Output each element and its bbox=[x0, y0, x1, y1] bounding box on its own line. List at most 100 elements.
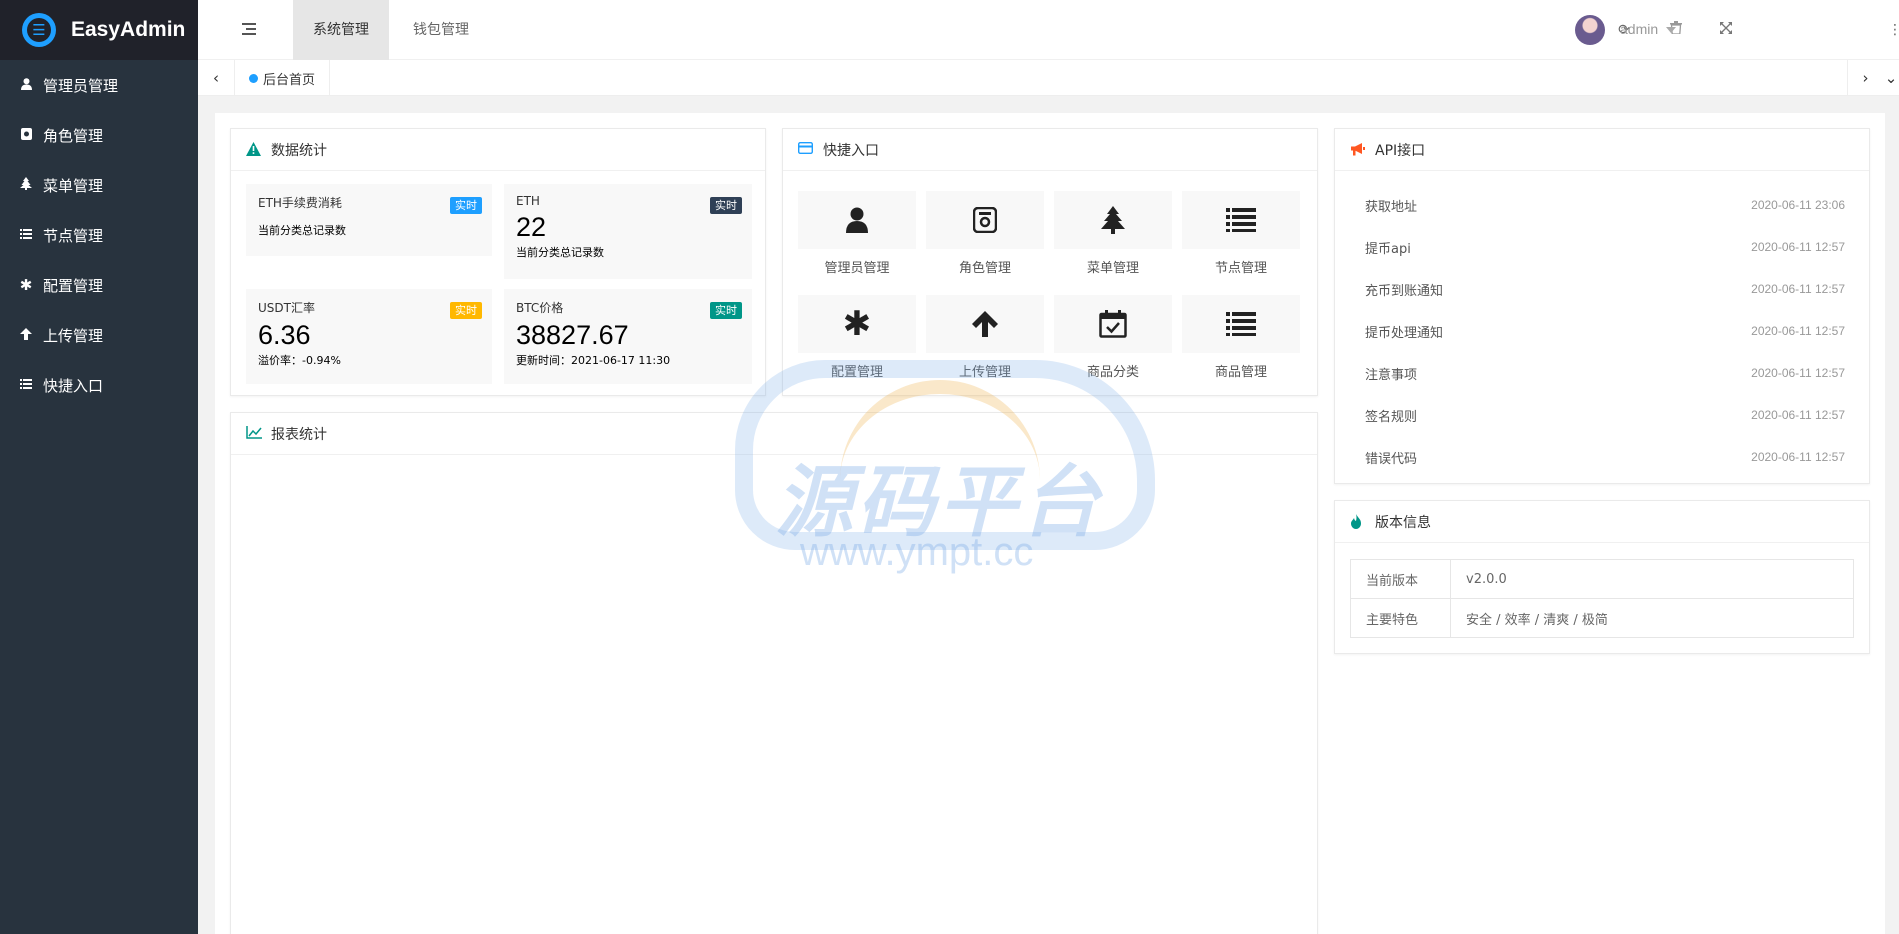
bullhorn-icon bbox=[1350, 142, 1366, 158]
tab-home[interactable]: 后台首页 bbox=[234, 60, 331, 96]
stats-title: 数据统计 bbox=[271, 142, 327, 159]
role-icon bbox=[19, 127, 33, 143]
sidebar-item-label: 管理员管理 bbox=[43, 76, 119, 95]
sidebar-menu: 管理员管理 角色管理 菜单管理 节点管理 ✱ 配置管理 上传管理 快捷入口 bbox=[0, 60, 198, 410]
stat-title: BTC价格 bbox=[516, 301, 564, 315]
more-icon[interactable]: ⋮ bbox=[1888, 18, 1899, 42]
quick-entry-admin[interactable]: 管理员管理 bbox=[798, 191, 916, 276]
table-row: 当前版本 v2.0.0 bbox=[1350, 559, 1854, 599]
tab-home-label: 后台首页 bbox=[263, 72, 316, 88]
status-badge: 实时 bbox=[450, 302, 482, 319]
quick-entry-config[interactable]: ✱ 配置管理 bbox=[798, 295, 916, 380]
quick-entry-goods[interactable]: 商品管理 bbox=[1182, 295, 1300, 380]
sidebar-item-role[interactable]: 角色管理 bbox=[0, 110, 198, 160]
api-name: 注意事项 bbox=[1365, 367, 1418, 383]
stat-title: ETH手续费消耗 bbox=[258, 196, 342, 210]
sidebar-item-admin[interactable]: 管理员管理 bbox=[0, 60, 198, 110]
avatar[interactable] bbox=[1575, 15, 1605, 45]
stats-card: 数据统计 ETH手续费消耗 实时 当前分类总记录数 ETH 实时 22 当前分类… bbox=[230, 128, 766, 396]
api-date: 2020-06-11 12:57 bbox=[1751, 366, 1845, 380]
main-content: 数据统计 ETH手续费消耗 实时 当前分类总记录数 ETH 实时 22 当前分类… bbox=[215, 113, 1885, 934]
chevron-down-icon[interactable] bbox=[1666, 27, 1676, 33]
user-icon bbox=[19, 77, 33, 93]
stat-title: USDT汇率 bbox=[258, 301, 315, 315]
chevron-down-icon[interactable]: ⌄ bbox=[1883, 60, 1899, 96]
report-chart-area bbox=[231, 456, 1317, 934]
api-row[interactable]: 获取地址 2020-06-11 23:06 bbox=[1365, 184, 1845, 226]
sidebar-item-upload[interactable]: 上传管理 bbox=[0, 310, 198, 360]
api-date: 2020-06-11 12:57 bbox=[1751, 240, 1845, 254]
stat-value: 38827.67 bbox=[516, 320, 629, 350]
sidebar: EasyAdmin 管理员管理 角色管理 菜单管理 节点管理 bbox=[0, 0, 198, 934]
quick-entry-label: 配置管理 bbox=[830, 365, 883, 380]
tab-system[interactable]: 系统管理 bbox=[293, 0, 389, 60]
api-row[interactable]: 签名规则 2020-06-11 12:57 bbox=[1365, 394, 1845, 436]
sidebar-item-menu[interactable]: 菜单管理 bbox=[0, 160, 198, 210]
quick-entry-upload[interactable]: 上传管理 bbox=[926, 295, 1044, 380]
api-date: 2020-06-11 12:57 bbox=[1751, 324, 1845, 338]
api-date: 2020-06-11 23:06 bbox=[1751, 198, 1845, 212]
sidebar-item-label: 节点管理 bbox=[43, 226, 104, 245]
stat-box: USDT汇率 实时 6.36 溢价率：-0.94% bbox=[246, 289, 492, 384]
arrow-up-icon bbox=[19, 327, 33, 343]
chevron-right-icon[interactable]: › bbox=[1847, 60, 1883, 96]
fire-icon bbox=[1350, 513, 1366, 530]
list-icon bbox=[1182, 191, 1300, 249]
api-name: 错误代码 bbox=[1365, 451, 1418, 467]
logo-icon bbox=[22, 13, 56, 47]
fullscreen-icon[interactable] bbox=[1714, 18, 1738, 42]
api-row[interactable]: 错误代码 2020-06-11 12:57 bbox=[1365, 436, 1845, 478]
quick-entry-header: 快捷入口 bbox=[783, 129, 1317, 171]
table-row: 主要特色 安全 / 效率 / 清爽 / 极简 bbox=[1350, 598, 1854, 638]
quick-entry-role[interactable]: 角色管理 bbox=[926, 191, 1044, 276]
version-card-header: 版本信息 bbox=[1335, 501, 1869, 543]
version-key: 当前版本 bbox=[1350, 559, 1451, 599]
stat-box: ETH手续费消耗 实时 当前分类总记录数 bbox=[246, 184, 492, 256]
api-name: 提币api bbox=[1365, 241, 1411, 257]
sidebar-item-label: 上传管理 bbox=[43, 326, 104, 345]
quick-entry-node[interactable]: 节点管理 bbox=[1182, 191, 1300, 276]
arrow-up-icon bbox=[926, 295, 1044, 353]
logo[interactable]: EasyAdmin bbox=[0, 0, 198, 60]
sidebar-item-quick[interactable]: 快捷入口 bbox=[0, 360, 198, 410]
quick-entry-title: 快捷入口 bbox=[823, 142, 879, 159]
sidebar-toggle-icon[interactable] bbox=[242, 20, 256, 40]
version-value: 安全 / 效率 / 清爽 / 极简 bbox=[1450, 598, 1854, 638]
version-key: 主要特色 bbox=[1350, 598, 1451, 638]
tab-wallet[interactable]: 钱包管理 bbox=[393, 0, 489, 60]
username[interactable]: admin bbox=[1620, 21, 1658, 37]
role-icon bbox=[926, 191, 1044, 249]
warning-icon bbox=[246, 141, 262, 158]
list-icon bbox=[1182, 295, 1300, 353]
status-badge: 实时 bbox=[710, 302, 742, 319]
api-row[interactable]: 提币api 2020-06-11 12:57 bbox=[1365, 226, 1845, 268]
report-card: 报表统计 bbox=[230, 412, 1318, 934]
sidebar-item-node[interactable]: 节点管理 bbox=[0, 210, 198, 260]
version-value: v2.0.0 bbox=[1450, 559, 1854, 599]
credit-card-icon bbox=[797, 141, 814, 158]
quick-entry-menu[interactable]: 菜单管理 bbox=[1054, 191, 1172, 276]
api-row[interactable]: 充币到账通知 2020-06-11 12:57 bbox=[1365, 268, 1845, 310]
api-date: 2020-06-11 12:57 bbox=[1751, 408, 1845, 422]
status-badge: 实时 bbox=[450, 197, 482, 214]
app-title: EasyAdmin bbox=[71, 18, 186, 41]
quick-entry-label: 管理员管理 bbox=[824, 261, 890, 276]
api-row[interactable]: 注意事项 2020-06-11 12:57 bbox=[1365, 352, 1845, 394]
quick-entry-label: 商品分类 bbox=[1086, 365, 1139, 380]
list-icon bbox=[19, 228, 33, 242]
stat-value: 22 bbox=[516, 212, 547, 242]
user-icon bbox=[798, 191, 916, 249]
tab-strip: ‹ 后台首页 › ⌄ bbox=[198, 60, 1899, 96]
stat-box: BTC价格 实时 38827.67 更新时间：2021-06-17 11:30 bbox=[504, 289, 752, 384]
quick-entry-category[interactable]: 商品分类 bbox=[1054, 295, 1172, 380]
list-icon bbox=[19, 378, 33, 392]
report-title: 报表统计 bbox=[271, 426, 327, 443]
stat-box: ETH 实时 22 当前分类总记录数 bbox=[504, 184, 752, 279]
sidebar-item-config[interactable]: ✱ 配置管理 bbox=[0, 260, 198, 310]
api-row[interactable]: 提币处理通知 2020-06-11 12:57 bbox=[1365, 310, 1845, 352]
tree-icon bbox=[19, 177, 33, 193]
chevron-left-icon[interactable]: ‹ bbox=[198, 60, 234, 96]
api-card-header: API接口 bbox=[1335, 129, 1869, 171]
quick-entry-label: 商品管理 bbox=[1214, 365, 1267, 380]
api-date: 2020-06-11 12:57 bbox=[1751, 282, 1845, 296]
